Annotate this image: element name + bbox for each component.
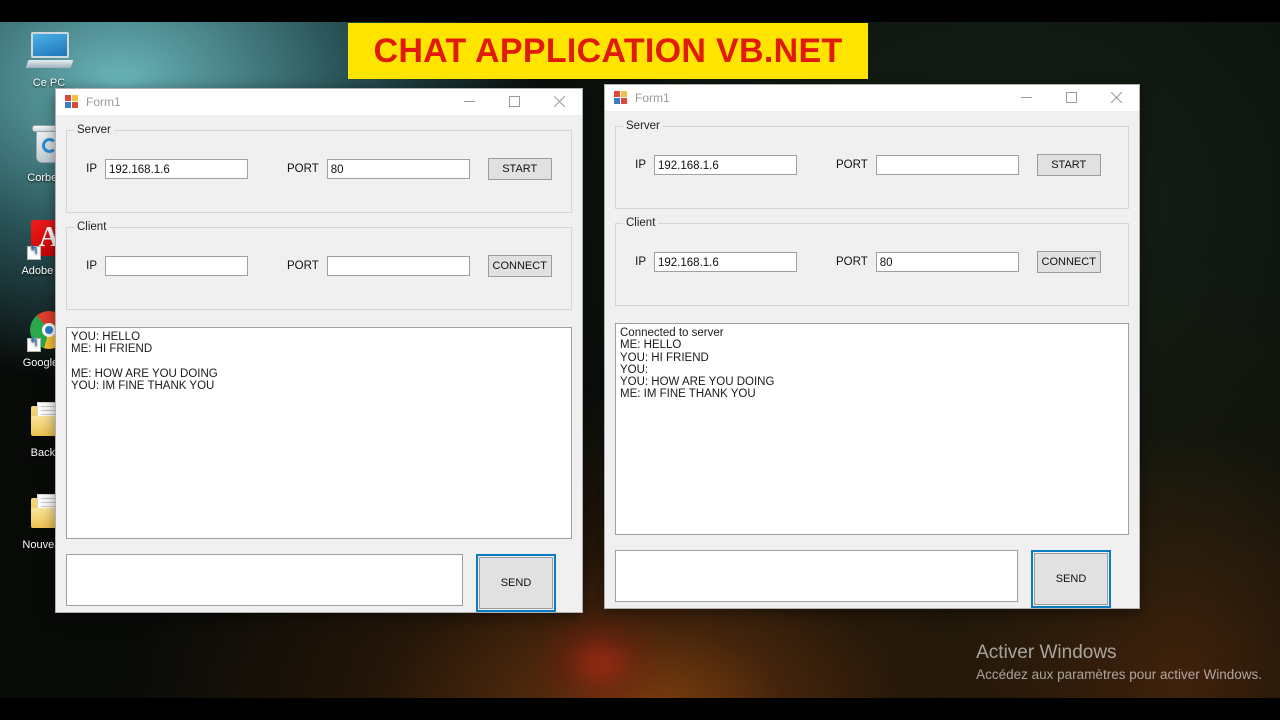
banner-text: CHAT APPLICATION VB.NET	[373, 31, 843, 70]
send-button[interactable]: SEND	[1034, 553, 1108, 605]
title-bar[interactable]: Form1	[56, 89, 582, 115]
message-input[interactable]	[615, 550, 1018, 602]
minimize-button[interactable]	[447, 89, 492, 115]
screen: Ce PC Corbeille A Adobe Rea Google Ch Ba…	[0, 0, 1280, 720]
message-input[interactable]	[66, 554, 463, 606]
send-button-focus-frame: SEND	[1031, 550, 1111, 608]
client-group-label: Client	[74, 221, 110, 233]
letterbox-top	[0, 0, 1280, 22]
server-ip-label: IP	[635, 159, 646, 171]
vb-form-icon	[64, 94, 80, 110]
message-compose-row: SEND	[615, 550, 1129, 608]
server-ip-input[interactable]: 192.168.1.6	[654, 155, 797, 175]
server-window[interactable]: Form1 Server IP 192.168.1.6 PORT 80 STAR…	[55, 88, 583, 613]
server-group-label: Server	[623, 120, 663, 132]
client-groupbox: Client IP PORT CONNECT	[66, 221, 572, 310]
watermark-title: Activer Windows	[976, 642, 1117, 663]
close-button[interactable]	[537, 89, 582, 115]
client-port-input[interactable]	[326, 256, 470, 276]
form-client-area: Server IP 192.168.1.6 PORT START Client …	[605, 111, 1139, 608]
client-port-label: PORT	[836, 256, 868, 268]
close-button[interactable]	[1094, 85, 1139, 111]
client-ip-label: IP	[86, 260, 97, 272]
windows-activation-watermark: Activer Windows Accédez aux paramètres p…	[976, 641, 1262, 684]
maximize-button[interactable]	[492, 89, 537, 115]
server-port-label: PORT	[287, 163, 319, 175]
start-button[interactable]: START	[487, 158, 552, 180]
letterbox-bottom	[0, 698, 1280, 720]
chat-log[interactable]: YOU: HELLO ME: HI FRIEND ME: HOW ARE YOU…	[66, 327, 572, 539]
window-title: Form1	[635, 90, 670, 105]
connect-button[interactable]: CONNECT	[1036, 251, 1101, 273]
watermark-subtitle: Accédez aux paramètres pour activer Wind…	[976, 667, 1262, 682]
connect-button[interactable]: CONNECT	[487, 255, 552, 277]
form-client-area: Server IP 192.168.1.6 PORT 80 START Clie…	[56, 115, 582, 612]
server-groupbox: Server IP 192.168.1.6 PORT START	[615, 120, 1129, 209]
minimize-button[interactable]	[1004, 85, 1049, 111]
vb-form-icon	[613, 90, 629, 106]
client-groupbox: Client IP 192.168.1.6 PORT 80 CONNECT	[615, 217, 1129, 306]
window-controls	[1004, 85, 1139, 111]
client-window[interactable]: Form1 Server IP 192.168.1.6 PORT START C…	[604, 84, 1140, 609]
window-title: Form1	[86, 94, 121, 109]
client-port-label: PORT	[287, 260, 319, 272]
client-ip-input[interactable]: 192.168.1.6	[654, 252, 797, 272]
server-groupbox: Server IP 192.168.1.6 PORT 80 START	[66, 124, 572, 213]
monitor-icon	[25, 30, 74, 74]
server-group-label: Server	[74, 124, 114, 136]
server-port-label: PORT	[836, 159, 868, 171]
send-button-focus-frame: SEND	[476, 554, 556, 612]
server-ip-label: IP	[86, 163, 97, 175]
start-button[interactable]: START	[1036, 154, 1101, 176]
message-compose-row: SEND	[66, 554, 572, 612]
server-ip-input[interactable]: 192.168.1.6	[105, 159, 248, 179]
title-bar[interactable]: Form1	[605, 85, 1139, 111]
client-port-input[interactable]: 80	[875, 252, 1019, 272]
shortcut-arrow-icon	[27, 336, 41, 352]
shortcut-arrow-icon	[27, 244, 41, 260]
chat-log[interactable]: Connected to server ME: HELLO YOU: HI FR…	[615, 323, 1129, 535]
maximize-button[interactable]	[1049, 85, 1094, 111]
desktop-icon-ce-pc[interactable]: Ce PC	[6, 30, 92, 90]
client-ip-input[interactable]	[105, 256, 248, 276]
video-title-banner: CHAT APPLICATION VB.NET	[348, 23, 868, 79]
send-button[interactable]: SEND	[479, 557, 553, 609]
client-group-label: Client	[623, 217, 659, 229]
client-ip-label: IP	[635, 256, 646, 268]
server-port-input[interactable]	[875, 155, 1019, 175]
server-port-input[interactable]: 80	[326, 159, 470, 179]
window-controls	[447, 89, 582, 115]
